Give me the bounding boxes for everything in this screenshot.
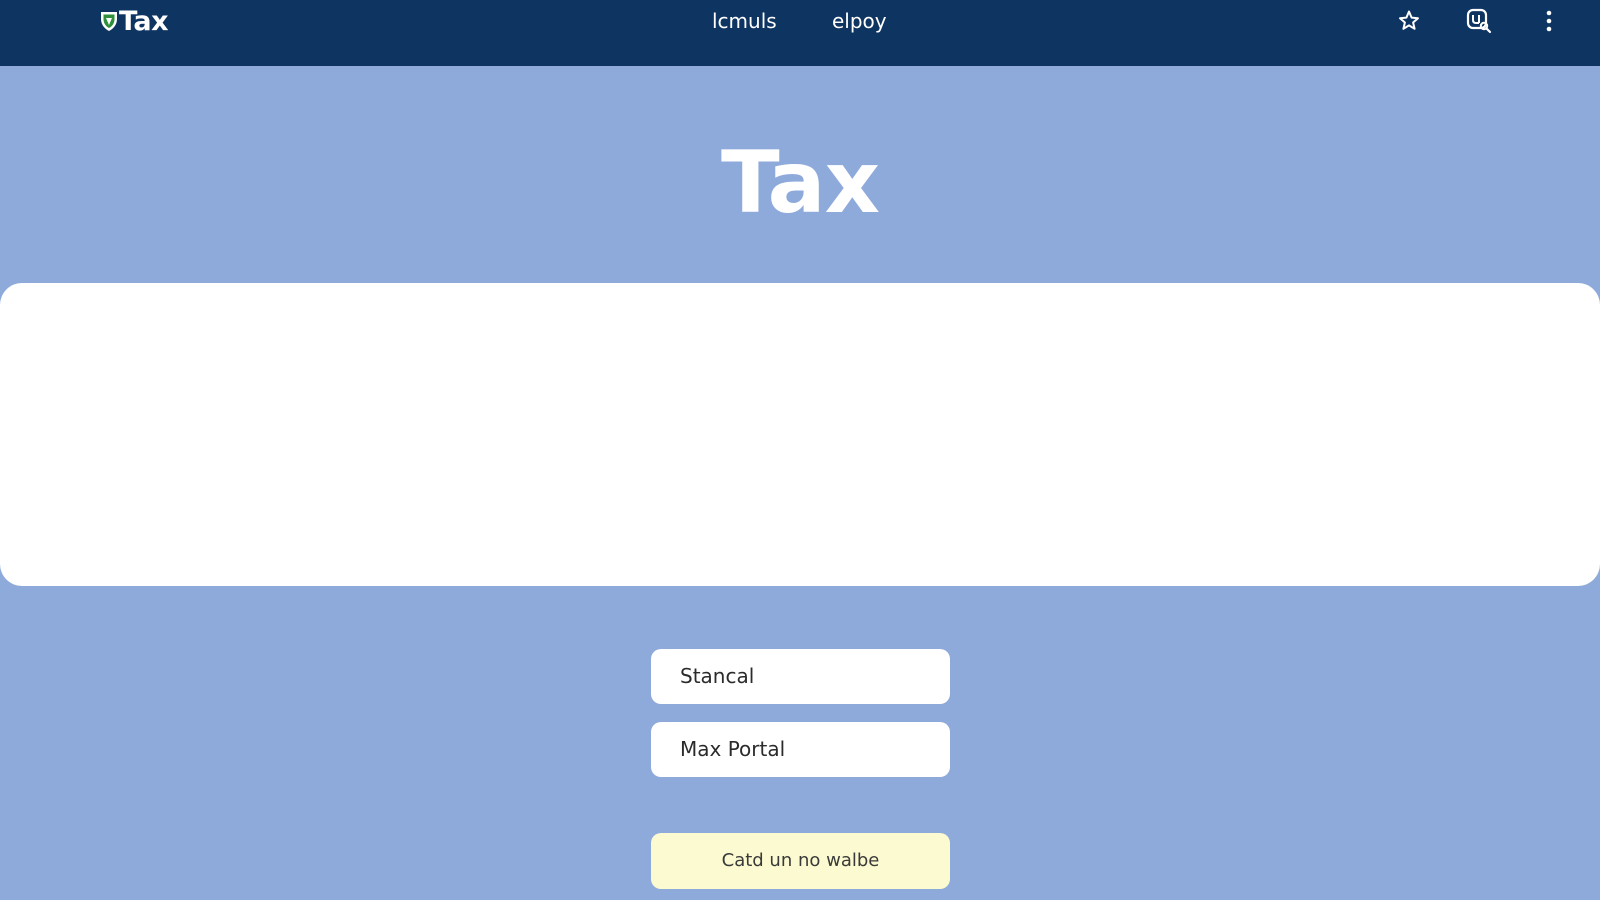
brand[interactable]: Tax [100, 4, 169, 38]
nav-link-lcmuls[interactable]: lcmuls [712, 6, 777, 36]
page-title: Tax [720, 133, 880, 233]
nav-link-elpoy[interactable]: elpoy [832, 6, 887, 36]
more-vertical-icon[interactable] [1534, 6, 1564, 36]
content-panel [0, 283, 1600, 586]
brand-name: Tax [119, 5, 169, 37]
search-icon[interactable] [1464, 6, 1494, 36]
submit-button[interactable]: Catd un no walbe [651, 833, 950, 889]
shield-icon [100, 10, 118, 32]
top-navigation-bar: Tax lcmuls elpoy [0, 0, 1600, 66]
field-max-portal[interactable]: Max Portal [651, 722, 950, 777]
star-icon[interactable] [1394, 6, 1424, 36]
field-stancal[interactable]: Stancal [651, 649, 950, 704]
